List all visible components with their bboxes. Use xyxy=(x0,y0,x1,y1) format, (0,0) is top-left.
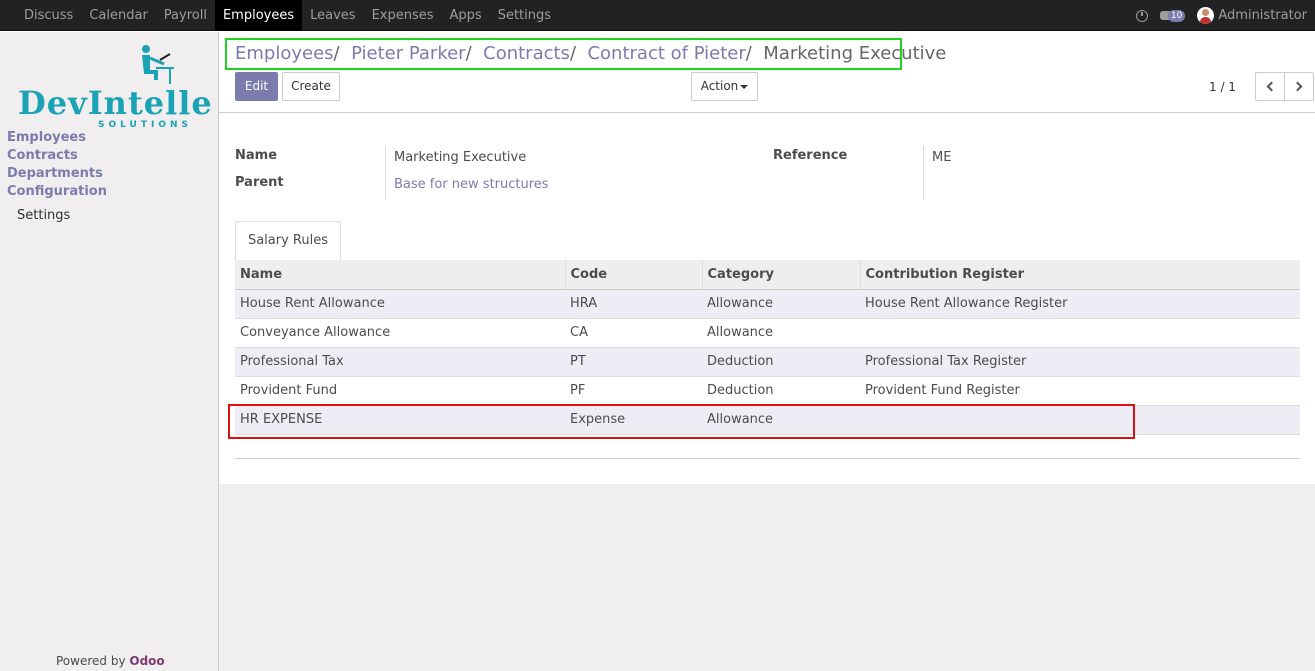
chevron-right-icon xyxy=(1292,81,1303,92)
top-menu: Discuss Calendar Payroll Employees Leave… xyxy=(16,0,559,31)
highlight-box xyxy=(228,404,1135,439)
menu-expenses[interactable]: Expenses xyxy=(364,0,442,31)
cell-code: CA xyxy=(565,318,702,348)
sidebar-item-employees[interactable]: Employees xyxy=(7,129,107,147)
table-row[interactable]: Provident Fund PF Deduction Provident Fu… xyxy=(235,376,1300,406)
breadcrumb: Employees/ Pieter Parker/ Contracts/ Con… xyxy=(225,38,946,70)
chat-count-badge: 10 xyxy=(1167,9,1186,22)
cell-category: Deduction xyxy=(702,347,860,377)
divider xyxy=(385,146,386,200)
odoo-link[interactable]: Odoo xyxy=(129,654,164,668)
chevron-left-icon xyxy=(1266,81,1277,92)
sidebar-menu: Employees Contracts Departments Configur… xyxy=(7,129,107,225)
menu-employees[interactable]: Employees xyxy=(214,0,303,31)
column-header-contribution-register[interactable]: Contribution Register xyxy=(860,260,1300,290)
breadcrumb-separator: / xyxy=(745,43,752,64)
menu-settings[interactable]: Settings xyxy=(490,0,559,31)
breadcrumb-employees[interactable]: Employees xyxy=(235,43,334,64)
menu-calendar[interactable]: Calendar xyxy=(81,0,155,31)
cell-code: HRA xyxy=(565,289,702,319)
activity-clock-icon[interactable] xyxy=(1135,9,1148,22)
cell-register: House Rent Allowance Register xyxy=(860,289,1300,319)
cell-code: PF xyxy=(565,376,702,406)
action-dropdown[interactable]: Action xyxy=(691,72,758,101)
cell-register: Professional Tax Register xyxy=(860,347,1300,377)
sidebar-item-configuration[interactable]: Configuration xyxy=(7,183,107,201)
column-header-category[interactable]: Category xyxy=(702,260,861,290)
breadcrumb-separator: / xyxy=(569,43,577,64)
pager-next-button[interactable] xyxy=(1284,72,1314,101)
breadcrumb-separator: / xyxy=(465,43,472,64)
create-button[interactable]: Create xyxy=(282,72,340,101)
sidebar-item-settings[interactable]: Settings xyxy=(7,207,107,225)
sidebar: DevIntelle SOLUTIONS Employees Contracts… xyxy=(0,32,219,671)
breadcrumb-contracts[interactable]: Contracts xyxy=(483,43,570,64)
control-panel: Employees/ Pieter Parker/ Contracts/ Con… xyxy=(219,32,1315,113)
table-header: Name Code Category Contribution Register xyxy=(235,260,1300,290)
top-navbar: Discuss Calendar Payroll Employees Leave… xyxy=(0,0,1315,31)
table-row[interactable]: House Rent Allowance HRA Allowance House… xyxy=(235,289,1300,319)
menu-apps[interactable]: Apps xyxy=(442,0,490,31)
breadcrumb-employee[interactable]: Pieter Parker xyxy=(351,43,466,64)
table-row[interactable]: Professional Tax PT Deduction Profession… xyxy=(235,347,1300,377)
cell-category: Allowance xyxy=(702,289,860,319)
logo-wordmark: DevIntelle xyxy=(18,84,213,122)
caret-down-icon xyxy=(740,84,749,89)
reference-value: ME xyxy=(932,150,952,165)
breadcrumb-separator: / xyxy=(333,43,340,64)
user-name: Administrator xyxy=(1218,8,1307,23)
column-header-name[interactable]: Name xyxy=(235,260,566,290)
sidebar-item-departments[interactable]: Departments xyxy=(7,165,107,183)
parent-label: Parent xyxy=(235,175,284,190)
column-header-code[interactable]: Code xyxy=(565,260,703,290)
messaging-menu[interactable]: 10 xyxy=(1159,9,1186,22)
breadcrumb-current: Marketing Executive xyxy=(763,43,947,64)
cell-name: House Rent Allowance xyxy=(235,289,565,319)
breadcrumb-contract[interactable]: Contract of Pieter xyxy=(587,43,745,64)
parent-link[interactable]: Base for new structures xyxy=(394,177,549,192)
table-row[interactable]: Conveyance Allowance CA Allowance xyxy=(235,318,1300,348)
cell-register xyxy=(860,318,1300,348)
powered-by: Powered by Odoo xyxy=(56,654,165,668)
company-logo: DevIntelle SOLUTIONS xyxy=(18,44,212,132)
user-menu[interactable]: Administrator xyxy=(1197,7,1307,24)
sidebar-item-contracts[interactable]: Contracts xyxy=(7,147,107,165)
powered-by-prefix: Powered by xyxy=(56,654,126,668)
pager-value: 1 / 1 xyxy=(1209,80,1236,94)
cell-register: Provident Fund Register xyxy=(860,376,1300,406)
cell-name: Professional Tax xyxy=(235,347,565,377)
pager-previous-button[interactable] xyxy=(1255,72,1285,101)
cell-category: Allowance xyxy=(702,318,860,348)
menu-payroll[interactable]: Payroll xyxy=(156,0,215,31)
name-value: Marketing Executive xyxy=(394,150,527,165)
avatar xyxy=(1197,7,1215,24)
cell-name: Conveyance Allowance xyxy=(235,318,565,348)
menu-discuss[interactable]: Discuss xyxy=(16,0,81,31)
table-footer-line xyxy=(235,458,1300,459)
edit-button[interactable]: Edit xyxy=(235,72,278,101)
divider xyxy=(923,146,924,200)
cell-name: Provident Fund xyxy=(235,376,565,406)
reference-label: Reference xyxy=(773,148,848,163)
systray: 10 Administrator xyxy=(1135,0,1307,31)
person-at-desk-icon xyxy=(142,45,174,84)
logo-subtitle: SOLUTIONS xyxy=(98,120,193,130)
cell-category: Deduction xyxy=(702,376,860,406)
cell-code: PT xyxy=(565,347,702,377)
tab-salary-rules[interactable]: Salary Rules xyxy=(235,221,341,261)
menu-leaves[interactable]: Leaves xyxy=(302,0,363,31)
name-label: Name xyxy=(235,148,278,163)
action-label: Action xyxy=(700,79,739,93)
